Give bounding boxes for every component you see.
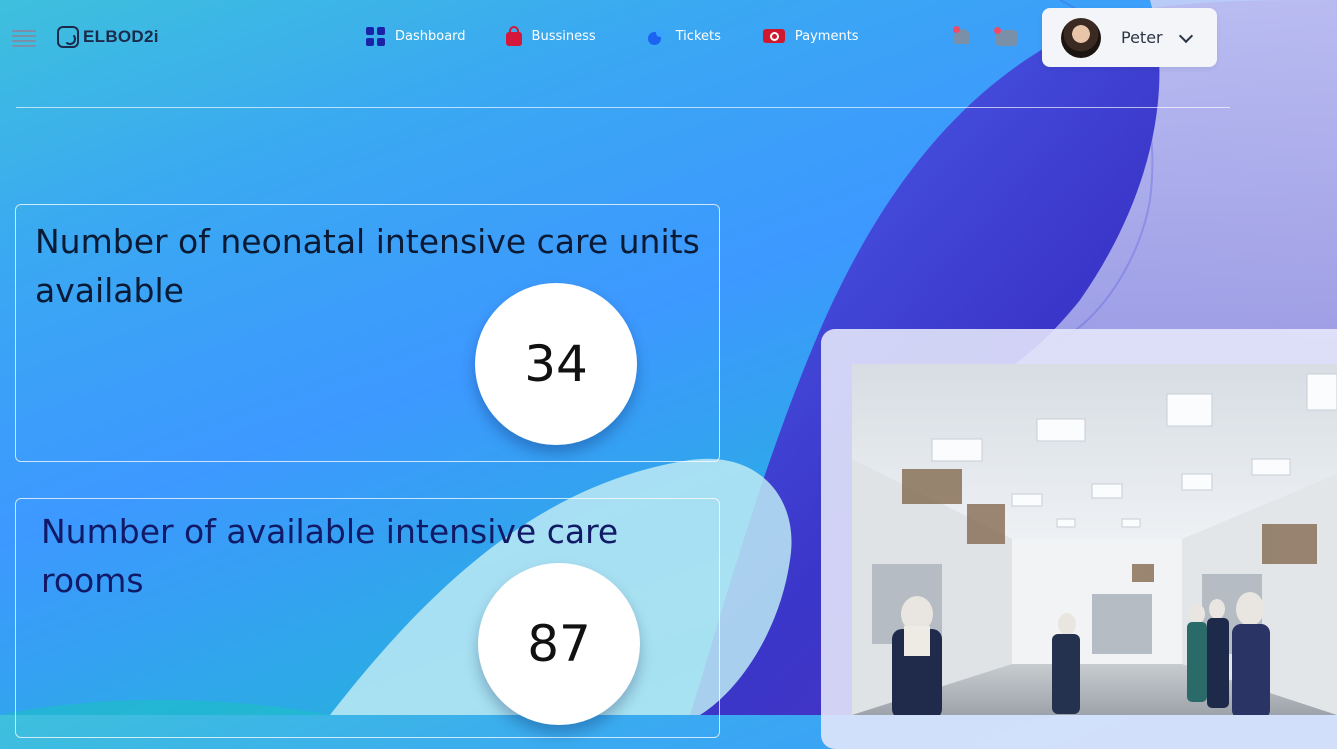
avatar	[1061, 17, 1101, 58]
nav-item-dashboard[interactable]: Dashboard	[366, 26, 466, 46]
nav-item-bussiness[interactable]: Bussiness	[505, 26, 596, 46]
stat-card-title: Number of neonatal intensive care units …	[35, 222, 700, 310]
notification-dot	[953, 26, 960, 33]
payment-card-icon	[762, 29, 785, 43]
header-divider	[16, 107, 1230, 108]
stat-value-circle: 34	[475, 283, 637, 445]
shopping-bag-icon	[505, 26, 522, 46]
logo-text: ELBOD2i	[83, 27, 159, 46]
top-navigation-bar: ELBOD2i Dashboard Bussiness Tickets Paym…	[0, 0, 1337, 80]
logo[interactable]: ELBOD2i	[57, 26, 159, 48]
chevron-down-icon	[1178, 28, 1193, 43]
message-dot	[994, 27, 1001, 34]
nav-item-label: Payments	[794, 28, 859, 44]
tickets-dots-icon	[646, 26, 666, 46]
hospital-intensive-care-room-photo	[852, 364, 1337, 715]
mail-icon[interactable]	[994, 27, 1018, 47]
user-menu-button[interactable]: Peter	[1042, 8, 1217, 67]
hamburger-menu-icon[interactable]	[12, 30, 36, 48]
nav-item-label: Dashboard	[395, 28, 466, 44]
nav-item-tickets[interactable]: Tickets	[646, 26, 721, 46]
stat-value-circle: 87	[478, 563, 640, 725]
logo-mark-icon	[57, 26, 79, 48]
nav-item-label: Bussiness	[531, 28, 596, 44]
bell-icon[interactable]	[953, 26, 971, 46]
user-name: Peter	[1121, 28, 1163, 47]
nav-item-label: Tickets	[675, 28, 721, 44]
dashboard-grid-icon	[366, 26, 385, 46]
nav-item-payments[interactable]: Payments	[762, 28, 859, 44]
stat-card-neonatal-icu: Number of neonatal intensive care units …	[15, 204, 720, 462]
main-nav: Dashboard Bussiness Tickets Payments	[366, 26, 859, 46]
stat-card-icu-rooms: Number of available intensive care rooms…	[15, 498, 720, 738]
